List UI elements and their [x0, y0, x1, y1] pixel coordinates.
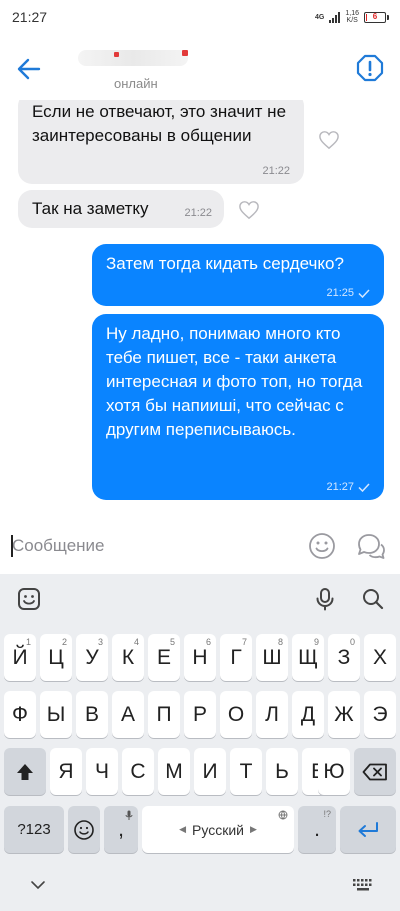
keyboard: Й1 Ц2 У3 К4 Е5 Н6 Г7 Ш8 Щ9 З0 Х Ф Ы В А …: [0, 574, 400, 911]
key[interactable]: Д: [292, 691, 324, 738]
status-time: 21:27: [12, 9, 48, 25]
backspace-icon: [362, 763, 387, 780]
globe-icon: [278, 810, 288, 820]
keyboard-bottom-bar: [0, 864, 400, 911]
comma-key[interactable]: ,: [104, 806, 138, 853]
key[interactable]: У3: [76, 634, 108, 681]
network-speed: 1,16 K/S: [345, 10, 359, 24]
key[interactable]: Т: [230, 748, 262, 795]
key[interactable]: М: [158, 748, 190, 795]
network-speed-unit: K/S: [346, 17, 358, 24]
chevron-down-icon[interactable]: [30, 880, 46, 890]
message-incoming[interactable]: Так на заметку 21:22: [18, 190, 224, 228]
enter-icon: [358, 821, 378, 837]
message-incoming[interactable]: Если не отвечают, это значит не заинтере…: [18, 100, 304, 184]
message-text: Если не отвечают, это значит не заинтере…: [32, 102, 287, 145]
composer: [0, 518, 400, 574]
key[interactable]: Ш8: [256, 634, 288, 681]
key[interactable]: Г7: [220, 634, 252, 681]
message-text: Так на заметку: [32, 199, 149, 218]
contact-name-redacted[interactable]: [78, 50, 188, 66]
network-speed-value: 1,16: [345, 10, 359, 17]
key[interactable]: В: [76, 691, 108, 738]
chevron-right-icon: ▶: [249, 824, 257, 834]
key[interactable]: Ц2: [40, 634, 72, 681]
shift-key[interactable]: [4, 748, 46, 795]
key[interactable]: Е5: [148, 634, 180, 681]
key[interactable]: Н6: [184, 634, 216, 681]
message-time-value: 21:27: [326, 481, 354, 493]
key[interactable]: Ю: [318, 748, 350, 795]
chat-bubbles-icon[interactable]: [356, 532, 386, 560]
shift-icon: [17, 763, 33, 780]
enter-key[interactable]: [340, 806, 396, 853]
key[interactable]: З0: [328, 634, 360, 681]
alert-octagon-icon: [356, 54, 384, 82]
report-button[interactable]: [356, 54, 384, 82]
message-time: 21:22: [262, 165, 290, 177]
chevron-left-icon: ◀: [179, 824, 187, 834]
key[interactable]: Щ9: [292, 634, 324, 681]
microphone-icon[interactable]: [312, 586, 338, 612]
microphone-hint-icon: [125, 810, 133, 820]
check-icon: [358, 288, 370, 298]
period-key[interactable]: . !?: [298, 806, 336, 853]
key[interactable]: Ф: [4, 691, 36, 738]
contact-status: онлайн: [114, 76, 158, 91]
battery-level: 6: [372, 11, 378, 21]
key[interactable]: С: [122, 748, 154, 795]
key[interactable]: П: [148, 691, 180, 738]
key[interactable]: Ч: [86, 748, 118, 795]
emoji-key[interactable]: [68, 806, 100, 853]
key[interactable]: А: [112, 691, 144, 738]
message-time-value: 21:25: [326, 287, 354, 299]
message-time: 21:22: [184, 207, 212, 219]
key[interactable]: Р: [184, 691, 216, 738]
key[interactable]: Х: [364, 634, 396, 681]
redaction-mark: [182, 50, 188, 56]
key[interactable]: Ь: [266, 748, 298, 795]
message-outgoing[interactable]: Затем тогда кидать сердечко? 21:25: [92, 244, 384, 306]
sticker-icon[interactable]: [16, 586, 42, 612]
keyboard-icon[interactable]: [352, 878, 374, 892]
key[interactable]: Ы: [40, 691, 72, 738]
key[interactable]: О: [220, 691, 252, 738]
message-text: Затем тогда кидать сердечко?: [106, 254, 344, 273]
key[interactable]: Я: [50, 748, 82, 795]
redaction-mark: [114, 52, 119, 57]
key[interactable]: Л: [256, 691, 288, 738]
space-key[interactable]: ◀ Русский ▶: [142, 806, 294, 853]
network-type: 4G: [315, 13, 325, 21]
heart-icon[interactable]: [318, 130, 340, 150]
battery-icon: 6: [364, 11, 389, 23]
key[interactable]: И: [194, 748, 226, 795]
emoji-icon: [74, 819, 94, 840]
key[interactable]: Ж: [328, 691, 360, 738]
keyboard-toolbar: [0, 574, 400, 624]
emoji-icon[interactable]: [308, 532, 336, 560]
backspace-key[interactable]: [354, 748, 396, 795]
back-button[interactable]: [14, 54, 44, 84]
check-icon: [358, 482, 370, 492]
search-icon[interactable]: [360, 586, 386, 612]
chat-header: онлайн: [0, 36, 400, 100]
symbols-key[interactable]: ?123: [4, 806, 64, 853]
key[interactable]: К4: [112, 634, 144, 681]
message-input[interactable]: [10, 531, 270, 561]
text-caret: [11, 535, 13, 557]
message-text: Ну ладно, понимаю много кто тебе пишет, …: [106, 324, 363, 439]
arrow-left-icon: [17, 58, 41, 80]
status-indicators: 4G 1,16 K/S 6: [315, 10, 389, 24]
key[interactable]: Й1: [4, 634, 36, 681]
message-list[interactable]: Если не отвечают, это значит не заинтере…: [0, 100, 400, 518]
key[interactable]: Э: [364, 691, 396, 738]
heart-icon[interactable]: [238, 200, 260, 220]
status-bar: 21:27 4G 1,16 K/S 6: [0, 0, 400, 36]
signal-icon: [329, 11, 341, 23]
message-time: 21:25: [326, 287, 370, 299]
message-time: 21:27: [326, 481, 370, 493]
message-outgoing[interactable]: Ну ладно, понимаю много кто тебе пишет, …: [92, 314, 384, 500]
